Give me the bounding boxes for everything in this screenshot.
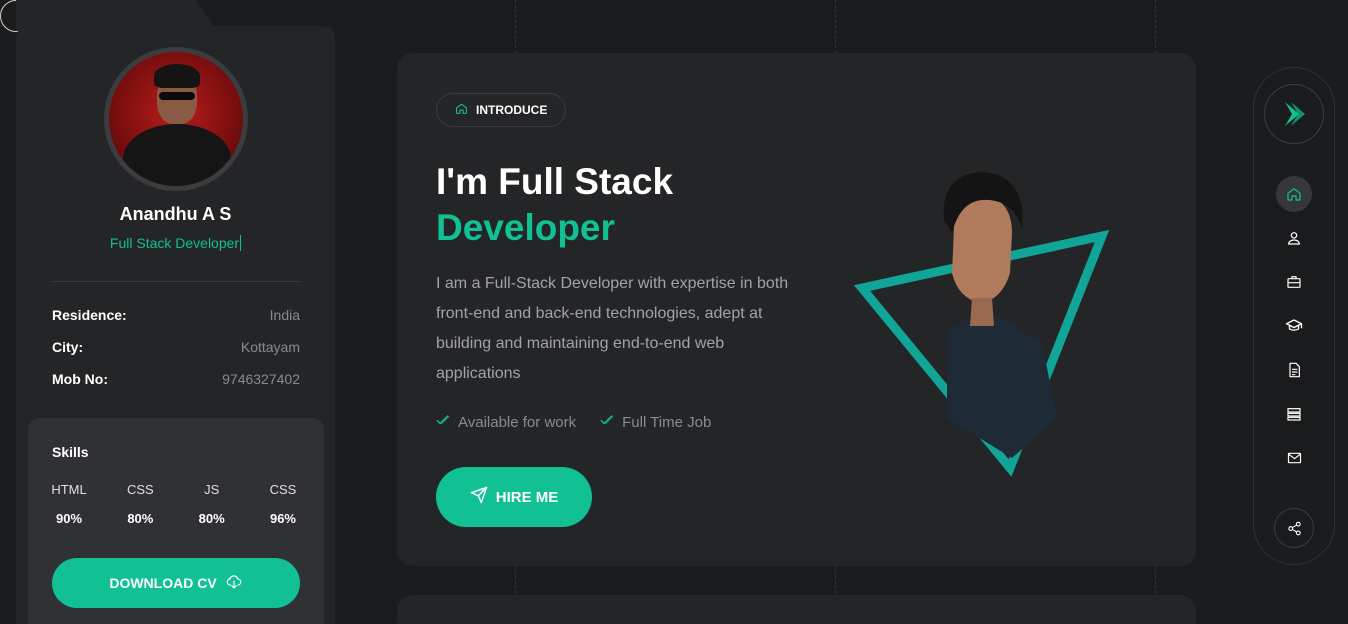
skill-percent: 96% bbox=[269, 511, 296, 526]
avatar bbox=[104, 47, 248, 191]
tag-full-time: Full Time Job bbox=[600, 413, 711, 431]
check-icon bbox=[436, 413, 450, 431]
profile-role: Full Stack Developer bbox=[16, 235, 335, 251]
hero-title: I'm Full Stack Developer bbox=[436, 159, 673, 251]
info-label: Residence: bbox=[52, 307, 127, 323]
logo-icon[interactable] bbox=[1264, 84, 1324, 144]
share-icon[interactable] bbox=[1274, 508, 1314, 548]
nav-briefcase-icon[interactable] bbox=[1276, 264, 1312, 300]
nav-user-icon[interactable] bbox=[1276, 220, 1312, 256]
hero-tags: Available for work Full Time Job bbox=[436, 413, 711, 431]
profile-role-text: Full Stack Developer bbox=[109, 235, 242, 251]
profile-name: Anandhu A S bbox=[119, 204, 232, 224]
info-value: India bbox=[269, 307, 300, 323]
skill-percent: 80% bbox=[127, 511, 154, 526]
info-value: 9746327402 bbox=[222, 371, 300, 387]
nav-mail-icon[interactable] bbox=[1276, 440, 1312, 476]
hero-portrait-art bbox=[853, 172, 1110, 477]
skill-item: JS 80% bbox=[195, 482, 229, 526]
tag-available: Available for work bbox=[436, 413, 576, 431]
introduce-label: INTRODUCE bbox=[476, 103, 548, 117]
profile-card: Anandhu A S Full Stack Developer Residen… bbox=[16, 26, 335, 624]
cloud-download-icon bbox=[225, 573, 243, 594]
skill-percent: 90% bbox=[55, 511, 83, 526]
skill-name: HTML bbox=[51, 482, 87, 497]
side-nav bbox=[1253, 67, 1335, 565]
info-row-mobile: Mob No: 9746327402 bbox=[52, 371, 300, 387]
nav-home-icon[interactable] bbox=[1276, 176, 1312, 212]
portrait-shirt bbox=[947, 315, 1057, 458]
hero-card: INTRODUCE I'm Full Stack Developer I am … bbox=[397, 53, 1196, 566]
hire-me-label: HIRE ME bbox=[495, 488, 559, 506]
tag-label: Available for work bbox=[458, 413, 577, 431]
info-label: Mob No: bbox=[52, 371, 108, 387]
divider bbox=[52, 281, 300, 282]
skill-item: HTML 90% bbox=[51, 482, 87, 526]
send-icon bbox=[470, 486, 488, 508]
nav-layers-icon[interactable] bbox=[1276, 396, 1312, 432]
avatar-glasses bbox=[159, 92, 195, 100]
hero-title-line1: I'm Full Stack bbox=[436, 161, 674, 202]
portrait-neck bbox=[970, 298, 994, 326]
avatar-body bbox=[123, 124, 231, 186]
hero-description: I am a Full-Stack Developer with experti… bbox=[436, 275, 789, 382]
info-label: City: bbox=[52, 339, 84, 355]
nav-document-icon[interactable] bbox=[1276, 352, 1312, 388]
skill-percent: 80% bbox=[198, 511, 225, 526]
nav-graduation-cap-icon[interactable] bbox=[1276, 308, 1312, 344]
introduce-badge: INTRODUCE bbox=[436, 93, 567, 127]
skill-name: CSS bbox=[269, 482, 297, 497]
skills-list: HTML 90% CSS 80% JS 80% CSS 96% bbox=[51, 482, 300, 526]
skill-item: CSS 96% bbox=[266, 482, 300, 526]
tag-label: Full Time Job bbox=[622, 413, 712, 431]
avatar-hair bbox=[154, 64, 200, 88]
check-icon bbox=[600, 413, 614, 431]
skills-title: Skills bbox=[52, 444, 89, 460]
info-row-city: City: Kottayam bbox=[52, 339, 300, 355]
download-cv-button[interactable]: DOWNLOAD CV bbox=[52, 558, 300, 608]
skills-box: Skills HTML 90% CSS 80% JS 80% CSS 96% D… bbox=[28, 418, 324, 624]
hire-me-button[interactable]: HIRE ME bbox=[436, 467, 592, 527]
next-section-card bbox=[397, 595, 1196, 624]
skill-item: CSS 80% bbox=[123, 482, 157, 526]
download-cv-label: DOWNLOAD CV bbox=[109, 575, 217, 591]
skill-name: CSS bbox=[126, 482, 154, 497]
home-icon bbox=[455, 102, 468, 118]
skill-name: JS bbox=[204, 482, 220, 497]
hero-title-line2: Developer bbox=[436, 207, 615, 248]
info-value: Kottayam bbox=[240, 339, 300, 355]
info-row-residence: Residence: India bbox=[52, 307, 300, 323]
